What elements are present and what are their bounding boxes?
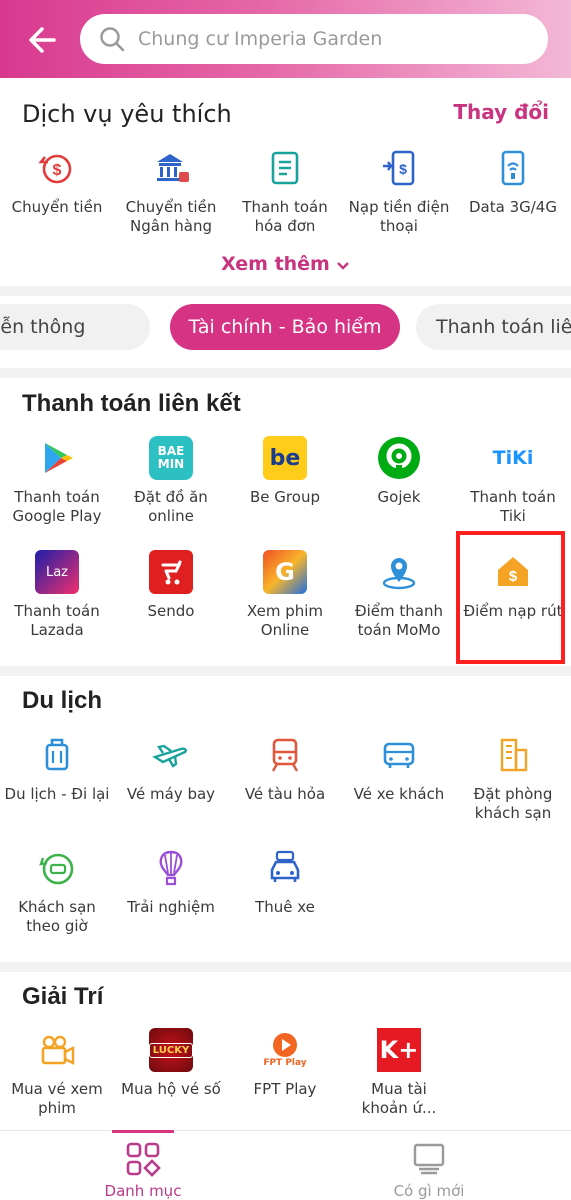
- plane-icon: [149, 733, 193, 777]
- fav-item-phone-topup[interactable]: $ Nạp tiền điện thoại: [342, 146, 456, 236]
- travel-item-car-rental[interactable]: Thuê xe: [228, 846, 342, 917]
- search-placeholder: Chung cư Imperia Garden: [138, 28, 383, 50]
- transfer-money-icon: $: [35, 146, 79, 190]
- change-button[interactable]: Thay đổi: [453, 100, 549, 124]
- favorites-title: Dịch vụ yêu thích: [22, 100, 232, 128]
- linked-item-google-play[interactable]: Thanh toán Google Play: [0, 436, 114, 526]
- top-header: Chung cư Imperia Garden: [0, 0, 571, 78]
- kplus-icon: K+: [377, 1028, 421, 1072]
- travel-item-train[interactable]: Vé tàu hỏa: [228, 733, 342, 804]
- travel-item-experience[interactable]: Trải nghiệm: [114, 846, 228, 917]
- category-tabs: Tiện ích viễn thông Tài chính - Bảo hiểm…: [0, 296, 571, 368]
- hotel-icon: [491, 733, 535, 777]
- linked-item-gojek[interactable]: Gojek: [342, 436, 456, 507]
- section-title-entertainment: Giải Trí: [22, 983, 104, 1010]
- search-input[interactable]: Chung cư Imperia Garden: [80, 14, 548, 64]
- tiki-icon: TiKi: [492, 447, 534, 469]
- travel-item-hourly-hotel[interactable]: Khách sạn theo giờ: [0, 846, 114, 936]
- linked-item-tiki[interactable]: TiKi Thanh toán Tiki: [456, 436, 570, 526]
- data-icon: [491, 146, 535, 190]
- chevron-down-icon: [336, 254, 350, 276]
- ent-item-kplus[interactable]: K+ Mua tài khoản ứ...: [342, 1028, 456, 1118]
- travel-item-plane[interactable]: Vé máy bay: [114, 733, 228, 804]
- bill-icon: [263, 146, 307, 190]
- ent-item-lottery[interactable]: LUCKY Mua hộ vé số: [114, 1028, 228, 1099]
- bottom-navigation: Danh mục Có gì mới: [0, 1130, 571, 1200]
- highlight-box: [456, 531, 565, 664]
- ent-item-fpt-play[interactable]: FPT Play FPT Play: [228, 1028, 342, 1099]
- back-button[interactable]: [24, 20, 64, 60]
- tab-linked-payment[interactable]: Thanh toán liên kết: [416, 304, 571, 350]
- train-icon: [263, 733, 307, 777]
- movie-camera-icon: [35, 1028, 79, 1072]
- ent-item-movie-ticket[interactable]: Mua vé xem phim: [0, 1028, 114, 1118]
- fav-item-bank-transfer[interactable]: Chuyển tiền Ngân hàng: [114, 146, 228, 236]
- tab-telecom[interactable]: Tiện ích viễn thông: [0, 304, 150, 350]
- divider: [0, 666, 571, 676]
- momo-location-icon: [377, 550, 421, 594]
- nav-whats-new[interactable]: Có gì mới: [286, 1131, 571, 1200]
- fav-item-bill[interactable]: Thanh toán hóa đơn: [228, 146, 342, 236]
- travel-item-luggage[interactable]: Du lịch - Đi lại: [0, 733, 114, 804]
- svg-text:$: $: [399, 161, 407, 177]
- baemin-icon: BAE MIN: [149, 436, 193, 480]
- divider: [0, 962, 571, 972]
- fav-item-transfer[interactable]: $ Chuyển tiền: [0, 146, 114, 217]
- svg-text:$: $: [53, 162, 62, 179]
- lazada-icon: Laz: [35, 550, 79, 594]
- favorite-services: Dịch vụ yêu thích Thay đổi $ Chuyển tiền…: [0, 78, 571, 286]
- linked-item-sendo[interactable]: Sendo: [114, 550, 228, 621]
- bus-icon: [377, 733, 421, 777]
- tab-finance-insurance[interactable]: Tài chính - Bảo hiểm: [170, 304, 400, 350]
- linked-item-be[interactable]: be Be Group: [228, 436, 342, 507]
- section-title-travel: Du lịch: [22, 687, 103, 714]
- linked-item-lazada[interactable]: Laz Thanh toán Lazada: [0, 550, 114, 640]
- search-icon: [100, 27, 125, 52]
- phone-topup-icon: $: [377, 146, 421, 190]
- divider: [0, 286, 571, 296]
- gojek-icon: [377, 436, 421, 480]
- google-play-icon: [35, 436, 79, 480]
- bank-transfer-icon: [149, 146, 193, 190]
- arrow-left-icon: [29, 27, 56, 53]
- hourly-hotel-icon: [35, 846, 79, 890]
- fpt-play-icon: FPT Play: [263, 1028, 307, 1072]
- nav-category[interactable]: Danh mục: [0, 1131, 286, 1200]
- section-title-linked: Thanh toán liên kết: [22, 390, 241, 417]
- luggage-icon: [35, 733, 79, 777]
- linked-item-galaxy-play[interactable]: G Xem phim Online: [228, 550, 342, 640]
- category-icon: [0, 1141, 286, 1182]
- travel-item-hotel[interactable]: Đặt phòng khách sạn: [456, 733, 570, 823]
- see-more-button[interactable]: Xem thêm: [0, 253, 571, 276]
- whats-new-icon: [286, 1141, 571, 1182]
- divider: [0, 368, 571, 378]
- fav-item-data[interactable]: Data 3G/4G: [456, 146, 570, 217]
- linked-item-baemin[interactable]: BAE MIN Đặt đồ ăn online: [114, 436, 228, 526]
- be-icon: be: [263, 436, 307, 480]
- sendo-icon: [149, 550, 193, 594]
- travel-item-bus[interactable]: Vé xe khách: [342, 733, 456, 804]
- lottery-icon: LUCKY: [148, 1028, 194, 1072]
- galaxy-play-icon: G: [263, 550, 307, 594]
- balloon-icon: [149, 846, 193, 890]
- linked-item-momo-point[interactable]: Điểm thanh toán MoMo: [342, 550, 456, 640]
- car-rental-icon: [263, 846, 307, 890]
